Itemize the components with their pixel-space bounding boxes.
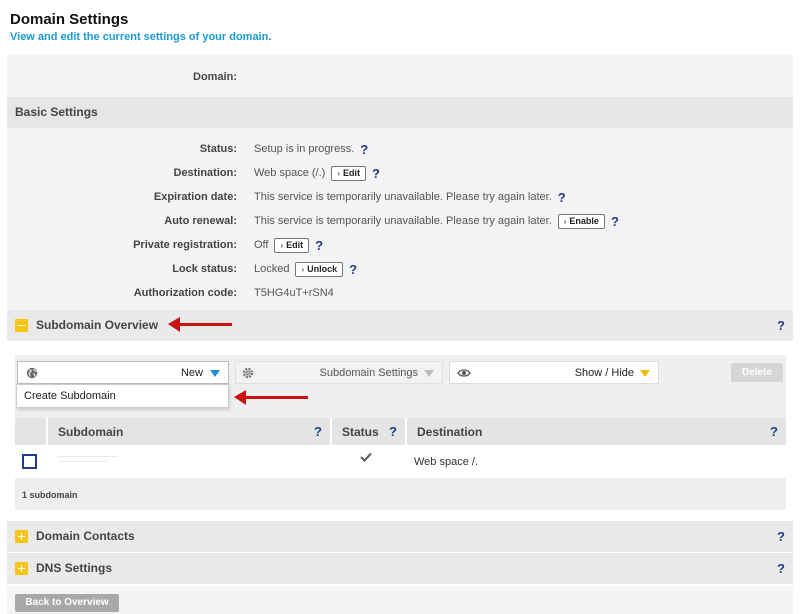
domain-row: Domain: [7,55,793,97]
status-column-help-icon[interactable]: ? [389,424,397,439]
private-registration-help-icon[interactable]: ? [315,238,323,253]
private-registration-label: Private registration: [133,239,237,251]
eye-icon [457,369,471,377]
chevron-right-icon: › [337,168,340,178]
expiration-date-help-icon[interactable]: ? [558,190,566,205]
redacted-bar [58,456,118,457]
subdomain-table-header: Subdomain ? Status ? Destination ? [15,418,786,445]
expand-plus-icon[interactable] [15,562,28,575]
status-label: Status: [199,143,237,155]
dns-settings-title: DNS Settings [36,561,113,575]
status-value: Setup is in progress. [254,143,355,155]
auto-renewal-label: Auto renewal: [164,215,237,227]
show-hide-dropdown[interactable]: Show / Hide [449,361,659,384]
redacted-bar [58,461,108,462]
footer-bar [7,586,793,614]
create-subdomain-item[interactable]: Create Subdomain [24,390,116,402]
authorization-code-row: T5HG4uT+rSN4 [254,284,334,302]
expiration-date-label: Expiration date: [153,191,237,203]
select-all-column [15,418,46,445]
auto-renewal-help-icon[interactable]: ? [611,214,619,229]
show-hide-label: Show / Hide [574,367,634,379]
subdomain-overview-help-icon[interactable]: ? [777,318,785,333]
destination-value: Web space (/.) [254,167,326,179]
expiration-date-value: This service is temporarily unavailable.… [254,191,552,203]
chevron-down-icon [210,370,220,377]
subdomain-cell [58,454,118,464]
domain-contacts-header[interactable]: Domain Contacts ? [7,521,793,552]
lock-status-value: Locked [254,263,290,275]
chevron-right-icon: › [563,216,567,226]
new-dropdown-label: New [180,367,203,379]
subdomain-count: 1 subdomain [22,490,78,500]
delete-button[interactable]: Delete [731,363,783,382]
chevron-right-icon: › [280,240,284,250]
basic-settings-header: Basic Settings [7,97,793,128]
subdomain-settings-dropdown[interactable]: Subdomain Settings [235,361,443,384]
auto-renewal-row: This service is temporarily unavailable.… [254,212,619,230]
dns-settings-help-icon[interactable]: ? [777,561,785,576]
chevron-right-icon: › [301,264,305,274]
auto-renewal-enable-button[interactable]: › Enable [557,213,605,229]
status-value-row: Setup is in progress. ? [254,140,368,158]
page-subtitle: View and edit the current settings of yo… [10,31,272,43]
expiration-date-row: This service is temporarily unavailable.… [254,188,566,206]
lock-status-row: Locked › Unlock ? [254,260,357,278]
back-to-overview-button[interactable]: Back to Overview [15,594,119,612]
status-help-icon[interactable]: ? [360,142,368,157]
new-dropdown-menu: Create Subdomain [16,384,229,408]
destination-label: Destination: [173,167,237,179]
subdomain-settings-label: Subdomain Settings [319,367,418,379]
subdomain-column-help-icon[interactable]: ? [314,424,322,439]
auto-renewal-value: This service is temporarily unavailable.… [254,215,552,227]
checkmark-icon [360,452,372,462]
collapse-minus-icon[interactable] [15,319,28,332]
authorization-code-value: T5HG4uT+rSN4 [254,287,334,299]
column-subdomain[interactable]: Subdomain ? [46,418,330,445]
row-checkbox[interactable] [22,454,37,469]
globe-icon [26,367,38,379]
authorization-code-label: Authorization code: [133,287,237,299]
new-dropdown[interactable]: New [17,361,229,384]
domain-contacts-help-icon[interactable]: ? [777,529,785,544]
destination-cell: Web space /. [414,456,478,468]
lock-status-help-icon[interactable]: ? [349,262,357,277]
private-registration-edit-button[interactable]: › Edit [274,237,310,253]
destination-column-help-icon[interactable]: ? [770,424,778,439]
chevron-down-icon [424,370,434,377]
column-status[interactable]: Status ? [330,418,405,445]
basic-settings-title: Basic Settings [15,105,98,119]
destination-value-row: Web space (/.) › Edit ? [254,164,380,182]
table-row: Web space /. [15,445,786,478]
lock-status-label: Lock status: [172,263,237,275]
destination-help-icon[interactable]: ? [372,166,380,181]
column-destination[interactable]: Destination ? [405,418,786,445]
unlock-button[interactable]: › Unlock [295,261,344,277]
page-title: Domain Settings [10,11,129,28]
domain-contacts-title: Domain Contacts [36,529,135,543]
basic-settings-panel: Status: Setup is in progress. ? Destinat… [7,128,793,310]
subdomain-count-footer: 1 subdomain [15,478,786,510]
private-registration-value: Off [254,239,269,251]
private-registration-row: Off › Edit ? [254,236,323,254]
subdomain-overview-title: Subdomain Overview [36,318,159,332]
chevron-down-icon [640,370,650,377]
subdomain-overview-header[interactable]: Subdomain Overview ? [7,310,793,341]
expand-plus-icon[interactable] [15,530,28,543]
dns-settings-header[interactable]: DNS Settings ? [7,553,793,584]
annotation-arrow [234,390,308,405]
domain-label: Domain: [193,71,237,83]
destination-edit-button[interactable]: › Edit [331,165,366,181]
gear-icon [242,367,254,379]
annotation-arrow [168,317,232,332]
